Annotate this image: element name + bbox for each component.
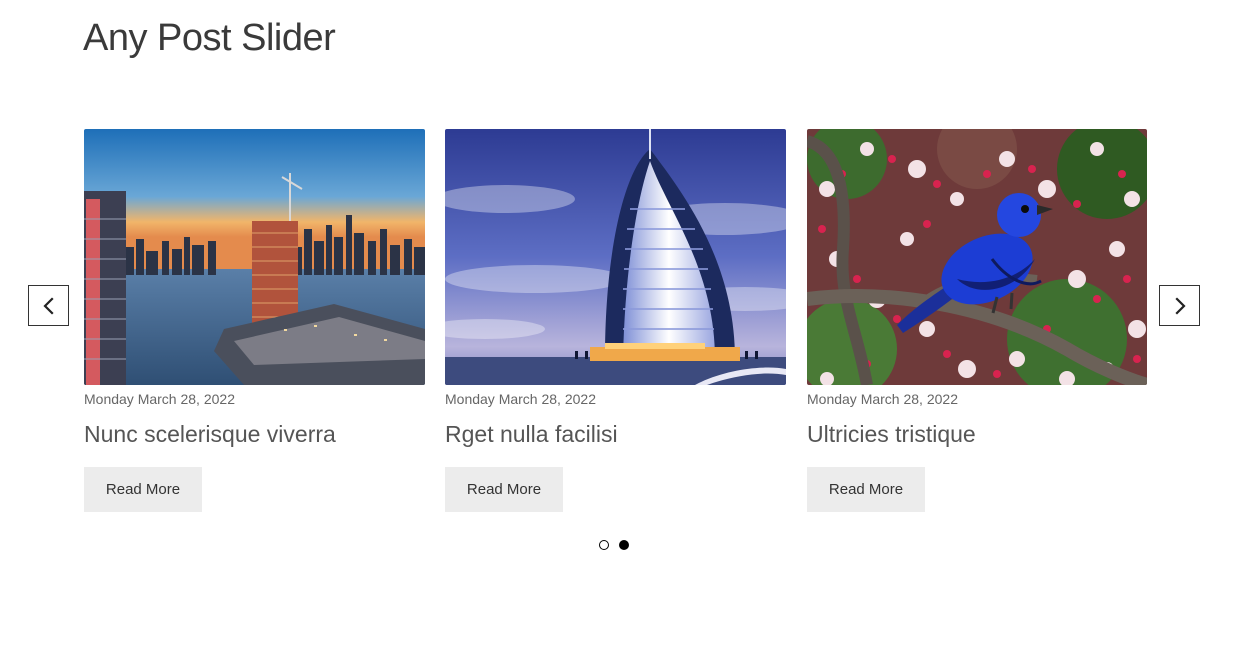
post-thumbnail[interactable] <box>84 129 425 385</box>
blue-bird-image <box>807 129 1147 385</box>
read-more-button[interactable]: Read More <box>84 467 202 512</box>
pagination-dot-2[interactable] <box>619 540 629 550</box>
slider-pagination <box>599 540 629 550</box>
post-thumbnail[interactable] <box>807 129 1147 385</box>
post-date: Monday March 28, 2022 <box>84 391 235 407</box>
post-date: Monday March 28, 2022 <box>445 391 596 407</box>
pagination-dot-1[interactable] <box>599 540 609 550</box>
city-waterfront-image <box>84 129 425 385</box>
next-slide-button[interactable] <box>1159 285 1200 326</box>
post-slider: Any Post Slider Monday March 28, 2022 Nu… <box>0 0 1237 656</box>
tower-hotel-image <box>445 129 786 385</box>
post-title[interactable]: Rget nulla facilisi <box>445 420 786 448</box>
prev-slide-button[interactable] <box>28 285 69 326</box>
post-thumbnail[interactable] <box>445 129 786 385</box>
post-date: Monday March 28, 2022 <box>807 391 958 407</box>
post-card: Monday March 28, 2022 Rget nulla facilis… <box>445 129 786 512</box>
post-card: Monday March 28, 2022 Nunc scelerisque v… <box>84 129 425 512</box>
chevron-left-icon <box>42 296 54 315</box>
post-title[interactable]: Nunc scelerisque viverra <box>84 420 425 448</box>
post-title[interactable]: Ultricies tristique <box>807 420 1147 448</box>
post-card: Monday March 28, 2022 Ultricies tristiqu… <box>807 129 1147 512</box>
slider-title: Any Post Slider <box>83 17 336 59</box>
read-more-button[interactable]: Read More <box>807 467 925 512</box>
read-more-button[interactable]: Read More <box>445 467 563 512</box>
chevron-right-icon <box>1174 296 1186 315</box>
